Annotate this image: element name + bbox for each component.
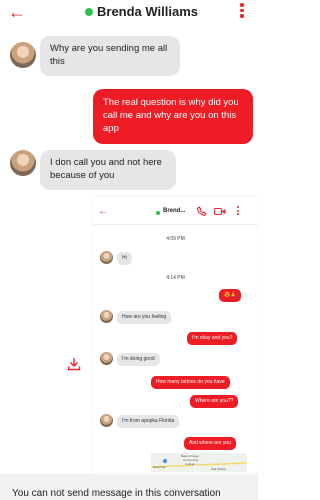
timestamp: 4:09 PM (166, 236, 185, 242)
contact-avatar (100, 414, 113, 427)
shared-screenshot-image[interactable]: ← Brend... 4:09 PM Hi 4:14 PM 😍🙏 How are… (93, 197, 258, 472)
outgoing-message[interactable]: The real question is why did you call me… (93, 89, 253, 144)
contact-avatar[interactable] (10, 42, 36, 68)
divider (93, 224, 258, 225)
back-arrow-icon[interactable]: ← (8, 2, 26, 22)
screenshot-message: Hi (117, 252, 132, 265)
incoming-message[interactable]: I don call you and not here because of y… (40, 150, 176, 190)
map-label: Dial Pickup (211, 467, 227, 471)
screenshot-message: 😍🙏 (219, 289, 242, 302)
map-label: College (185, 462, 196, 466)
incoming-message[interactable]: Why are you sending me all this (40, 36, 180, 76)
chat-header: ← Brenda Williams (0, 0, 258, 26)
contact-avatar (100, 251, 113, 264)
screenshot-message: I'm from apopka Florida (117, 415, 180, 428)
map-preview: Baton Rouge Community College RaceTrac D… (151, 453, 247, 472)
kebab-menu-icon (236, 206, 239, 217)
contact-avatar[interactable] (10, 150, 36, 176)
disabled-notice: You can not send message in this convers… (12, 488, 221, 499)
arrow-left-icon: ← (98, 206, 108, 217)
screenshot-message: How are you feeling (117, 311, 172, 324)
screenshot-contact-name: Brend... (163, 208, 186, 214)
kebab-menu-icon[interactable] (239, 3, 245, 21)
screenshot-message: I'm okay and you? (187, 332, 238, 345)
contact-name: Brenda Williams (97, 4, 199, 19)
contact-avatar (100, 352, 113, 365)
map-roads (151, 453, 247, 472)
timestamp: 4:14 PM (166, 275, 185, 281)
screenshot-message: And where are you (184, 437, 236, 450)
online-status-dot (85, 8, 93, 16)
screenshot-message: Where are you?? (190, 395, 239, 408)
map-label: RaceTrac (153, 465, 166, 469)
video-icon (214, 208, 226, 215)
online-status-dot (156, 211, 160, 215)
screenshot-message: I'm doing good (117, 353, 160, 366)
download-icon[interactable] (67, 357, 81, 371)
screenshot-message: How many tattoos do you have (151, 376, 230, 389)
contact-avatar (100, 310, 113, 323)
phone-icon (197, 206, 207, 216)
